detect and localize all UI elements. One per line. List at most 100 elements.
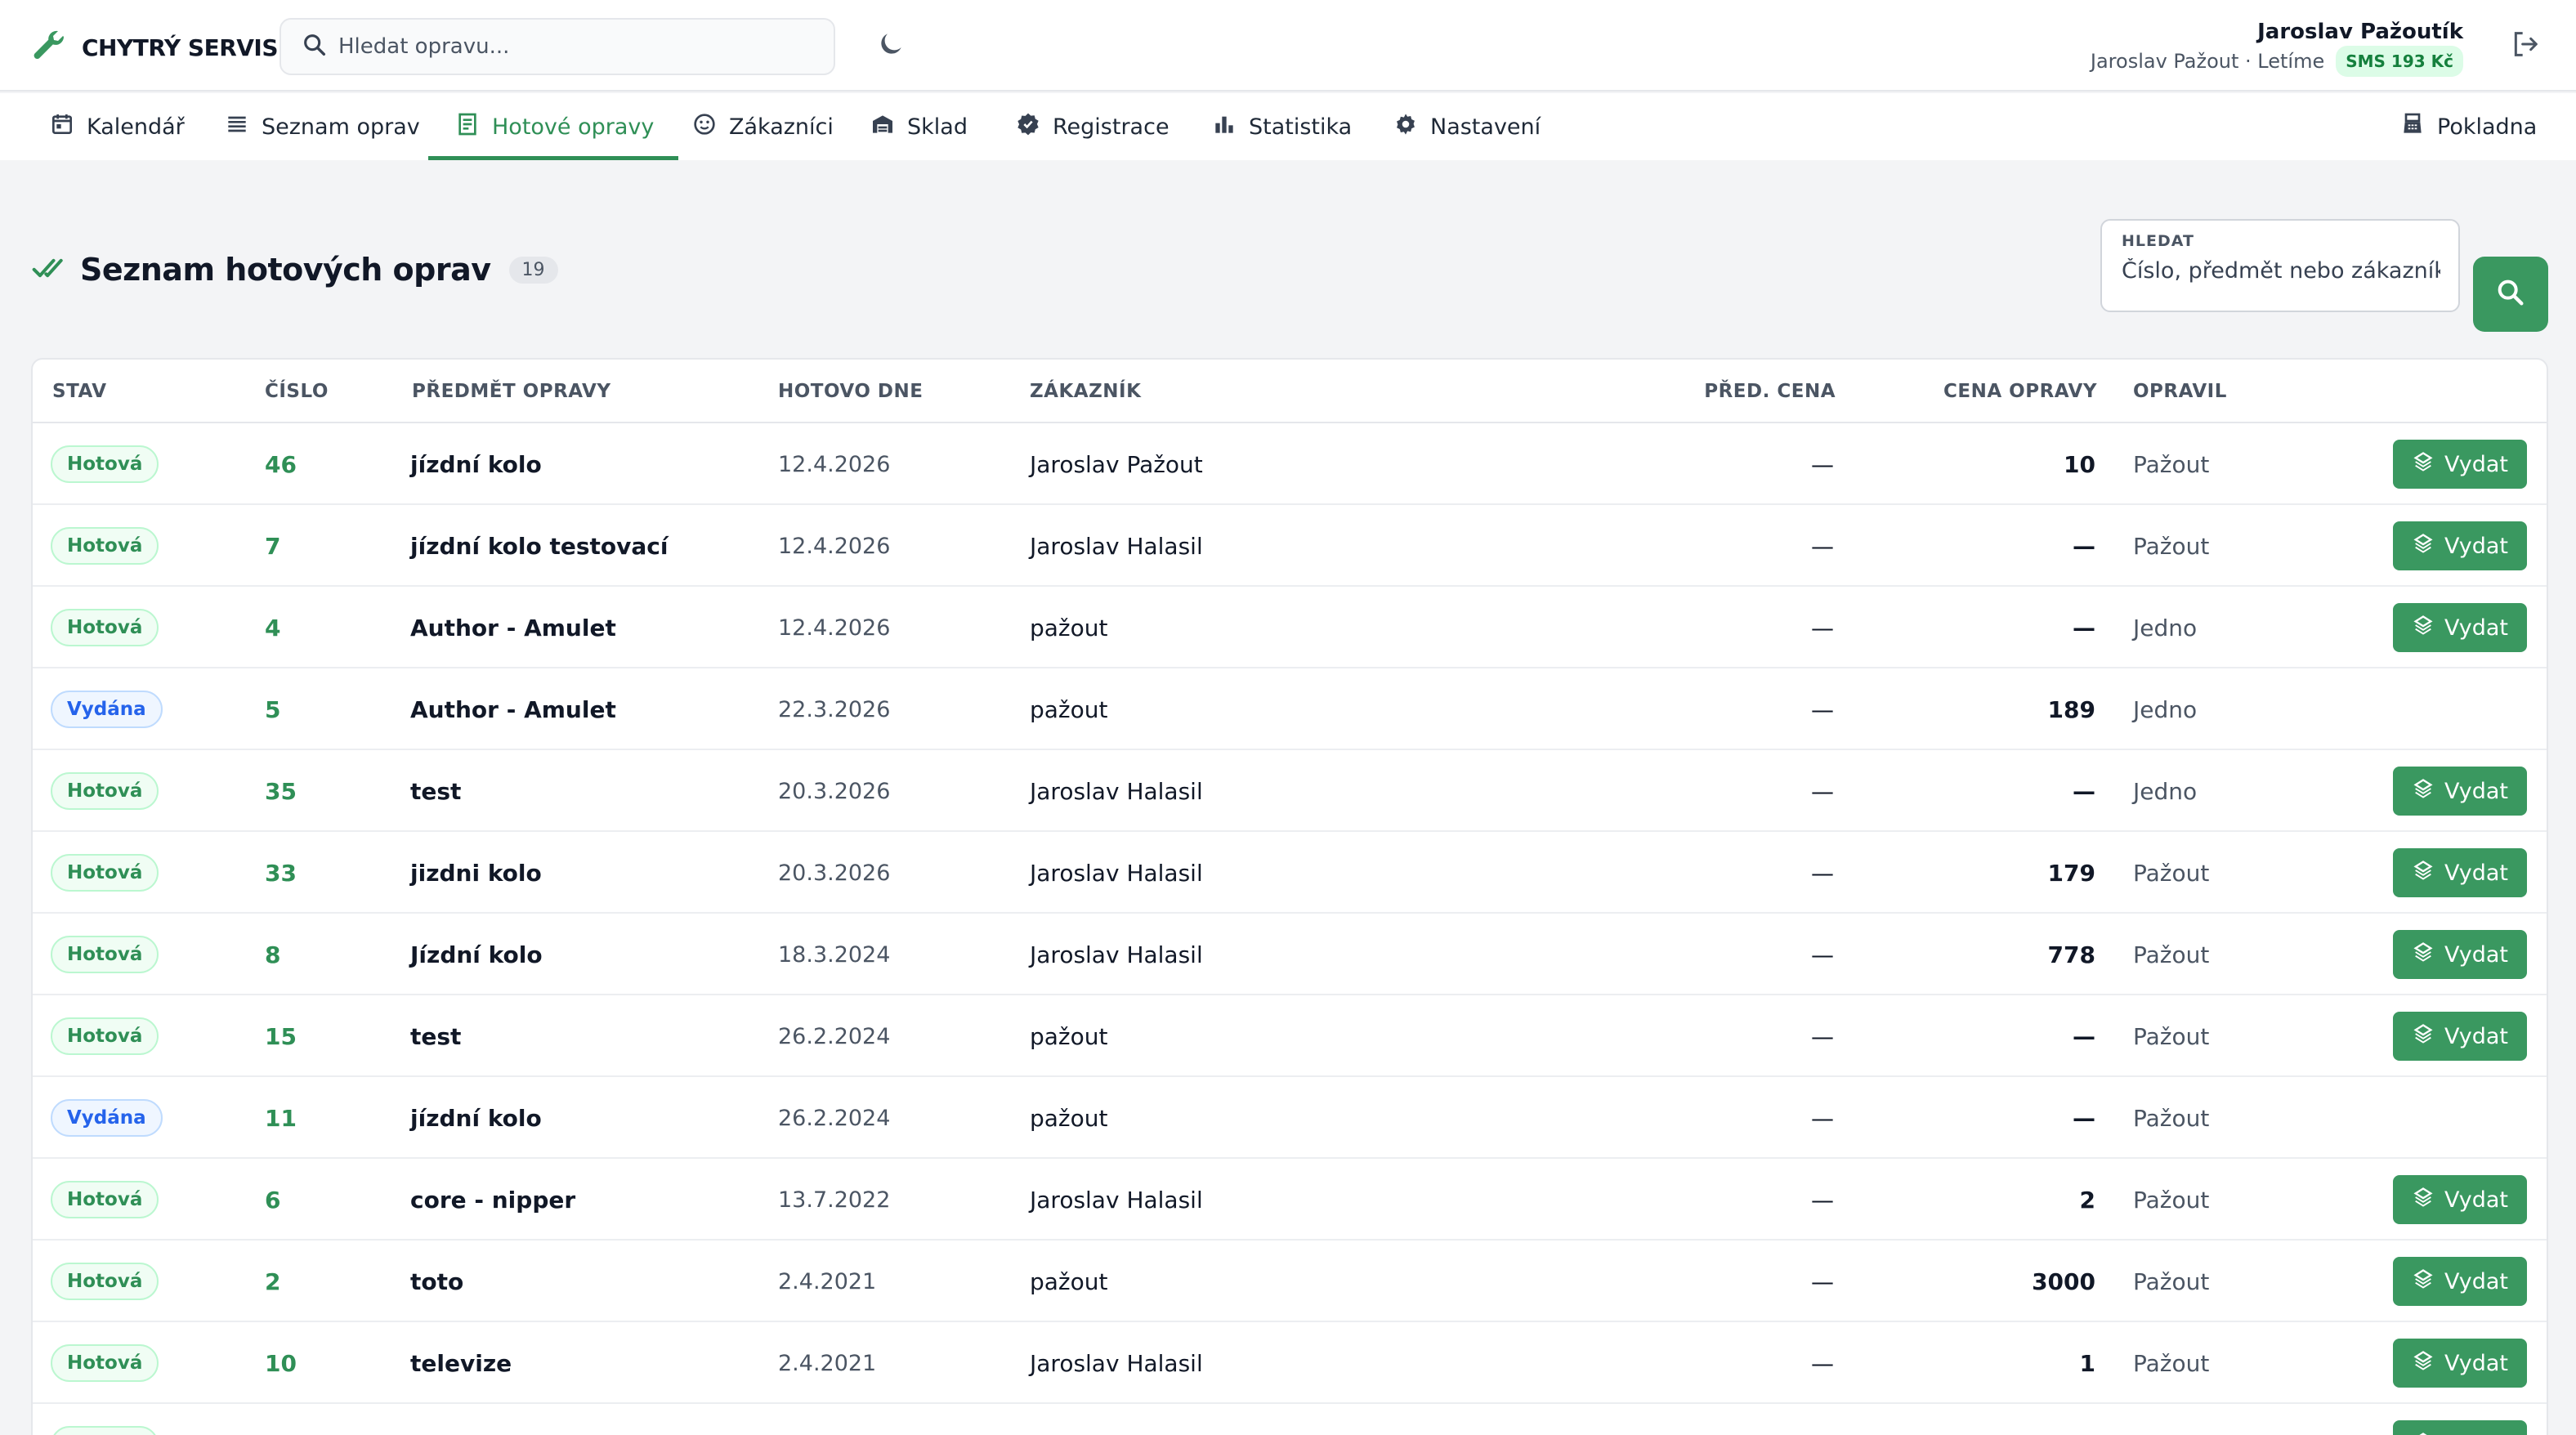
col-zakaznik[interactable]: ZÁKAZNÍK <box>1030 381 1141 402</box>
repair-subject[interactable]: test <box>410 995 461 1077</box>
customer-name[interactable]: pažout <box>1030 668 1107 750</box>
table-row[interactable]: Hotová 4 Author - Amulet 12.4.2026 pažout — — J… <box>33 587 2547 668</box>
customer-name[interactable]: Jaroslav Halasil <box>1030 1322 1203 1404</box>
repair-number[interactable]: 35 <box>265 750 297 832</box>
repair-subject[interactable]: televize <box>410 1322 512 1404</box>
customer-name[interactable]: Jaroslav Halasil <box>1030 505 1203 587</box>
status-badge: Vydána <box>51 691 163 728</box>
customer-name[interactable]: pažout <box>1030 1077 1107 1159</box>
status-cell: Hotová <box>51 750 159 832</box>
status-cell: Hotová <box>51 995 159 1077</box>
issue-button[interactable]: Vydat <box>2393 603 2527 652</box>
top-bar: CHYTRÝ SERVIS Jaroslav Pažoutík Jaroslav… <box>0 0 2576 92</box>
global-search[interactable] <box>280 18 835 75</box>
nav-item-sklad[interactable]: Sklad <box>870 93 968 160</box>
customer-name[interactable]: pažout <box>1030 995 1107 1077</box>
col-opravil[interactable]: OPRAVIL <box>2133 381 2227 402</box>
table-row[interactable]: Hotová 2 toto 2.4.2021 pažout — 3000 Pažout Vyda… <box>33 1241 2547 1322</box>
search-icon <box>301 31 329 62</box>
customer-name[interactable]: Jaroslav Halasil <box>1030 832 1203 914</box>
dark-mode-toggle[interactable] <box>873 28 909 64</box>
issue-button[interactable]: Vydat <box>2393 1420 2527 1435</box>
nav-item-pokladna[interactable]: Pokladna <box>2399 93 2537 160</box>
nav-item-hotove-opravy[interactable]: Hotové opravy <box>427 93 679 160</box>
repair-number[interactable]: 33 <box>265 832 297 914</box>
repair-subject[interactable]: jizdni kolo <box>410 832 542 914</box>
nav-item-zakaznici[interactable]: Zákazníci <box>691 93 834 160</box>
table-row[interactable]: Hotová 7 jízdní kolo testovací 12.4.2026 Jar… <box>33 505 2547 587</box>
table-row[interactable]: Hotová 15 test 26.2.2024 pažout — — Pažout Vydat <box>33 995 2547 1077</box>
nav-item-nastaveni[interactable]: Nastavení <box>1393 93 1541 160</box>
repair-subject[interactable]: Jízdní kolo <box>410 914 543 995</box>
issue-button[interactable]: Vydat <box>2393 1339 2527 1388</box>
repair-number[interactable]: 2 <box>265 1241 280 1322</box>
repair-number[interactable]: 5 <box>265 668 280 750</box>
table-row[interactable]: Vydána 11 jízdní kolo 26.2.2024 pažout — — Pažo… <box>33 1077 2547 1159</box>
col-pred-cena[interactable]: PŘED. CENA <box>1704 381 1836 402</box>
table-row[interactable]: Hotová 33 jizdni kolo 20.3.2026 Jaroslav Hal… <box>33 832 2547 914</box>
app-logo[interactable]: CHYTRÝ SERVIS <box>29 26 279 69</box>
customer-name[interactable]: pažout <box>1030 1404 1107 1435</box>
search-button[interactable] <box>2473 257 2548 332</box>
table-row[interactable]: Hotová 10 televize 2.4.2021 Jaroslav Halasil… <box>33 1322 2547 1404</box>
col-stav[interactable]: STAV <box>52 381 107 402</box>
status-badge: Hotová <box>51 1181 159 1218</box>
user-subtitle: Jaroslav Pažout · Letíme SMS 193 Kč <box>2091 46 2463 77</box>
repair-subject[interactable]: test <box>410 1404 461 1435</box>
col-cena[interactable]: CENA OPRAVY <box>1943 381 2097 402</box>
issue-button[interactable]: Vydat <box>2393 521 2527 570</box>
status-cell: Vydána <box>51 668 163 750</box>
table-header: STAV ČÍSLO PŘEDMĚT OPRAVY HOTOVO DNE ZÁK… <box>33 360 2547 423</box>
issue-button[interactable]: Vydat <box>2393 1175 2527 1224</box>
repair-number[interactable]: 46 <box>265 423 297 505</box>
customer-name[interactable]: pažout <box>1030 587 1107 668</box>
repair-number[interactable]: 1 <box>265 1404 280 1435</box>
repair-subject[interactable]: jízdní kolo testovací <box>410 505 669 587</box>
table-row[interactable]: Hotová 46 jízdní kolo 12.4.2026 Jaroslav Paž… <box>33 423 2547 505</box>
issue-button[interactable]: Vydat <box>2393 848 2527 897</box>
issue-button[interactable]: Vydat <box>2393 1012 2527 1061</box>
logout-button[interactable] <box>2509 28 2545 64</box>
nav-item-seznam-oprav[interactable]: Seznam oprav <box>224 93 420 160</box>
table-search-field[interactable]: HLEDAT <box>2100 219 2460 312</box>
customer-name[interactable]: Jaroslav Pažout <box>1030 423 1203 505</box>
table-row[interactable]: Vydána 5 Author - Amulet 22.3.2026 pažout — 18… <box>33 668 2547 750</box>
repair-number[interactable]: 11 <box>265 1077 297 1159</box>
nav-item-registrace[interactable]: Registrace <box>1015 93 1169 160</box>
repair-number[interactable]: 8 <box>265 914 280 995</box>
col-cislo[interactable]: ČÍSLO <box>265 381 329 402</box>
repair-number[interactable]: 15 <box>265 995 297 1077</box>
repair-subject[interactable]: test <box>410 750 461 832</box>
customer-name[interactable]: Jaroslav Halasil <box>1030 1159 1203 1241</box>
repair-number[interactable]: 6 <box>265 1159 280 1241</box>
double-check-icon <box>31 250 80 289</box>
repair-subject[interactable]: core - nipper <box>410 1159 575 1241</box>
col-hotovo[interactable]: HOTOVO DNE <box>778 381 923 402</box>
nav-item-kalendar[interactable]: Kalendář <box>49 93 185 160</box>
repair-subject[interactable]: Author - Amulet <box>410 668 616 750</box>
table-search-input[interactable] <box>2122 258 2440 284</box>
table-row[interactable]: Hotová 35 test 20.3.2026 Jaroslav Halasil — — J… <box>33 750 2547 832</box>
repair-number[interactable]: 10 <box>265 1322 297 1404</box>
issue-button[interactable]: Vydat <box>2393 930 2527 979</box>
table-row[interactable]: Hotová 1 test 2.4.2021 pažout — 2000 Pažout Vyda… <box>33 1404 2547 1435</box>
search-input[interactable] <box>338 34 796 59</box>
issue-button[interactable]: Vydat <box>2393 1257 2527 1306</box>
repair-subject[interactable]: jízdní kolo <box>410 1077 542 1159</box>
table-row[interactable]: Hotová 6 core - nipper 13.7.2022 Jaroslav Ha… <box>33 1159 2547 1241</box>
table-row[interactable]: Hotová 8 Jízdní kolo 18.3.2024 Jaroslav Hala… <box>33 914 2547 995</box>
col-predmet[interactable]: PŘEDMĚT OPRAVY <box>412 381 610 402</box>
customer-name[interactable]: Jaroslav Halasil <box>1030 914 1203 995</box>
customer-name[interactable]: pažout <box>1030 1241 1107 1322</box>
repair-number[interactable]: 7 <box>265 505 280 587</box>
repair-number[interactable]: 4 <box>265 587 280 668</box>
issue-button[interactable]: Vydat <box>2393 440 2527 489</box>
nav-item-statistika[interactable]: Statistika <box>1211 93 1352 160</box>
repair-price: 3000 <box>2032 1267 2095 1295</box>
repair-subject[interactable]: toto <box>410 1241 463 1322</box>
repair-subject[interactable]: jízdní kolo <box>410 423 542 505</box>
issue-button[interactable]: Vydat <box>2393 767 2527 816</box>
customer-name[interactable]: Jaroslav Halasil <box>1030 750 1203 832</box>
issue-button-label: Vydat <box>2444 451 2508 477</box>
repair-subject[interactable]: Author - Amulet <box>410 587 616 668</box>
